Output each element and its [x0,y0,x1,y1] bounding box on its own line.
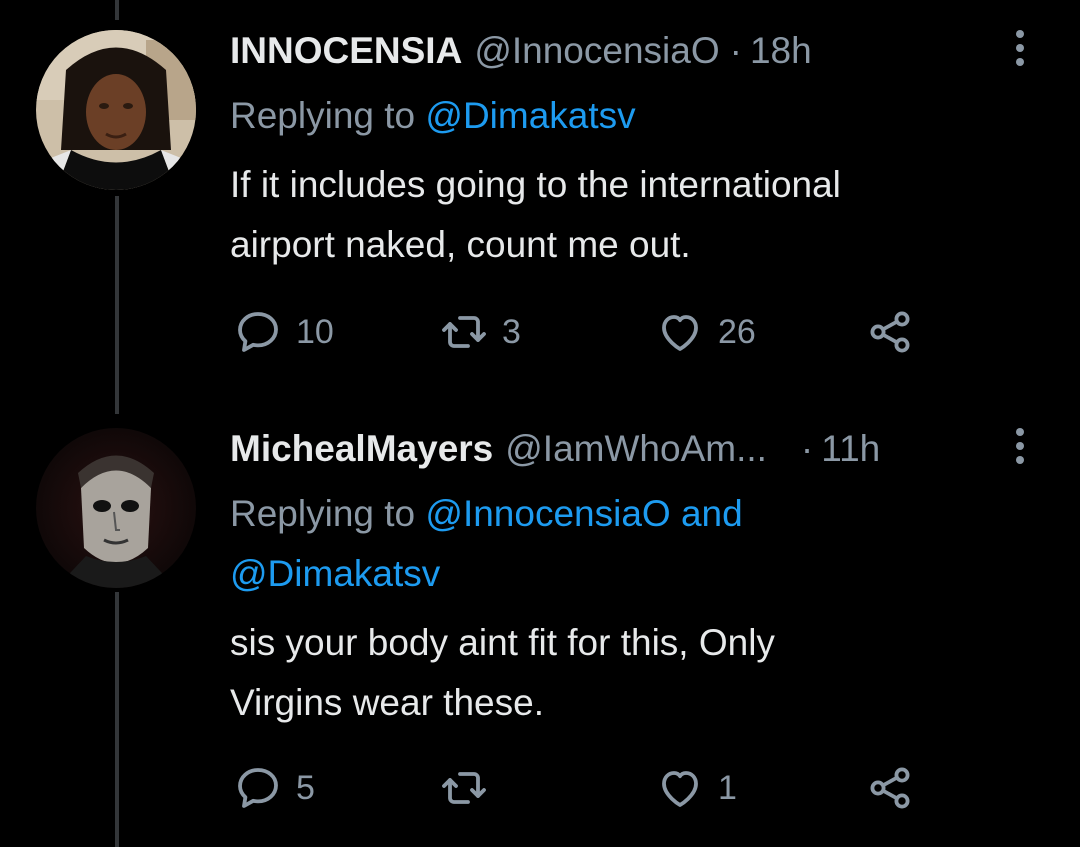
tweet-text: If it includes going to the internationa… [230,155,1050,275]
reply-count: 5 [296,768,315,807]
replying-prefix: Replying to [230,95,416,136]
reply-count: 10 [296,312,334,351]
more-vertical-icon[interactable] [1012,428,1028,464]
tweet-innocensia[interactable]: INNOCENSIA @InnocensiaO · 18h Replying t… [0,0,1080,400]
tweet-text: sis your body aint fit for this, Only Vi… [230,613,1050,733]
handle[interactable]: @IamWhoAm... [505,428,767,470]
timestamp[interactable]: 18h [750,30,812,72]
retweet-button[interactable] [440,764,502,812]
replying-to: Replying to @InnocensiaO and @Dimakatsv [230,484,1050,604]
like-count: 1 [718,768,737,807]
tweet-text-line: sis your body aint fit for this, Only [230,622,775,663]
tweet-text-line: If it includes going to the internationa… [230,164,841,205]
reply-button[interactable]: 5 [234,764,315,812]
avatar[interactable] [36,30,196,190]
mention-link[interactable]: @InnocensiaO and [425,493,742,534]
like-button[interactable]: 1 [656,764,737,812]
tweet-header: MichealMayers @IamWhoAm... · 11h [230,428,880,470]
mention-link[interactable]: @Dimakatsv [425,95,635,136]
heart-icon [662,771,698,807]
share-icon [870,767,910,809]
tweet-header: INNOCENSIA @InnocensiaO · 18h [230,30,812,72]
reply-icon [238,312,278,352]
retweet-icon [442,316,486,348]
avatar-photo [36,30,196,190]
retweet-count: 3 [502,312,521,351]
share-button[interactable] [866,764,914,812]
mention-link[interactable]: @Dimakatsv [230,553,440,594]
tweet-michealmayers[interactable]: MichealMayers @IamWhoAm... · 11h Replyin… [0,400,1080,847]
share-icon [870,311,910,353]
more-vertical-icon[interactable] [1012,30,1028,66]
like-button[interactable]: 26 [656,308,756,356]
timestamp[interactable]: 11h [821,428,880,470]
separator-dot: · [729,30,742,71]
retweet-button[interactable]: 3 [440,308,521,356]
reply-button[interactable]: 10 [234,308,334,356]
tweet-text-line: Virgins wear these. [230,682,544,723]
separator-dot: · [800,428,814,469]
tweet-text-line: airport naked, count me out. [230,224,691,265]
retweet-icon [442,772,486,804]
replying-to: Replying to @Dimakatsv [230,86,1050,146]
heart-icon [662,315,698,351]
display-name[interactable]: MichealMayers [230,428,493,470]
avatar-photo [36,428,196,588]
display-name[interactable]: INNOCENSIA [230,30,462,72]
share-button[interactable] [866,308,914,356]
replying-prefix: Replying to [230,493,416,534]
reply-icon [238,768,278,808]
handle[interactable]: @InnocensiaO [474,30,719,72]
like-count: 26 [718,312,756,351]
avatar[interactable] [36,428,196,588]
